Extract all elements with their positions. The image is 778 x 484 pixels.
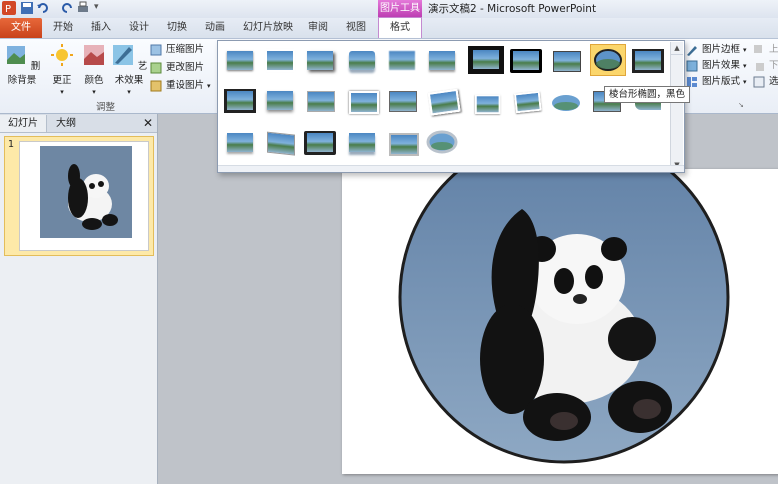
slide-thumbnail[interactable] xyxy=(19,141,149,251)
send-backward-button[interactable]: 下 xyxy=(753,59,778,73)
artistic-effects-icon xyxy=(112,45,133,65)
tab-review[interactable]: 审阅 xyxy=(305,18,331,38)
picture-tools-context-label: 图片工具 xyxy=(378,0,422,18)
slide[interactable] xyxy=(342,130,778,474)
style-tooltip: 棱台形椭圆，黑色 xyxy=(604,86,691,103)
tab-design[interactable]: 设计 xyxy=(126,18,152,38)
change-picture-icon xyxy=(150,62,162,74)
tab-insert[interactable]: 插入 xyxy=(88,18,114,38)
style-relaxed-perspective-white[interactable] xyxy=(511,89,542,114)
slides-panel: 幻灯片 大纲 ✕ 1 xyxy=(0,114,158,484)
style-simple-frame-white[interactable] xyxy=(224,49,256,73)
panel-tabs: 幻灯片 大纲 ✕ xyxy=(0,114,157,133)
remove-background-button[interactable]: 删除背景 xyxy=(2,43,42,86)
style-soft-edge-oval[interactable] xyxy=(264,89,296,113)
compress-pictures-button[interactable]: 压缩图片 xyxy=(150,43,204,57)
thumbnail-panda-photo xyxy=(40,146,132,238)
tab-format[interactable]: 格式 xyxy=(378,17,422,38)
style-bevel-perspective[interactable] xyxy=(304,89,336,113)
style-drop-shadow-rectangle[interactable] xyxy=(304,49,336,73)
panda-oval-picture[interactable] xyxy=(342,130,778,474)
reset-picture-button[interactable]: 重设图片 ▾ xyxy=(150,79,211,93)
customize-quick-access-icon[interactable]: ▾ xyxy=(94,2,99,12)
oval-style-preview-icon xyxy=(594,49,622,71)
send-backward-icon xyxy=(756,63,764,71)
gallery-resize-handle[interactable] xyxy=(218,165,684,172)
corrections-button[interactable]: 更正 ▾ xyxy=(48,43,76,97)
style-bevel-oval-black-selected[interactable] xyxy=(590,44,626,76)
tab-home[interactable]: 开始 xyxy=(50,18,76,38)
picture-effects-icon xyxy=(686,60,698,72)
gallery-scroll-up-icon[interactable]: ▲ xyxy=(671,42,683,55)
picture-border-icon xyxy=(687,46,697,56)
gallery-scrollbar[interactable]: ▲ ▼ xyxy=(670,42,683,172)
tab-transitions[interactable]: 切换 xyxy=(164,18,190,38)
style-snip-diagonal-white[interactable] xyxy=(224,131,256,155)
style-soft-oval[interactable] xyxy=(550,91,582,115)
tab-view[interactable]: 视图 xyxy=(343,18,369,38)
tab-outline[interactable]: 大纲 xyxy=(48,115,84,132)
style-bevel-black[interactable] xyxy=(304,131,336,155)
tab-animations[interactable]: 动画 xyxy=(202,18,228,38)
style-center-shadow-rectangle[interactable] xyxy=(224,89,256,113)
picture-effects-button[interactable]: 图片效果 ▾ xyxy=(686,59,747,73)
style-soft-edge-rectangle[interactable] xyxy=(386,49,418,73)
bring-forward-button[interactable]: 上 xyxy=(753,43,778,57)
artistic-effects-button[interactable]: 艺术效果 ▾ xyxy=(110,43,148,97)
close-panel-icon[interactable]: ✕ xyxy=(143,115,153,131)
redo-icon[interactable] xyxy=(60,1,74,15)
style-simple-frame-black[interactable] xyxy=(510,49,542,73)
window-title: 演示文稿2 - Microsoft PowerPoint xyxy=(428,3,597,15)
tab-slides[interactable]: 幻灯片 xyxy=(0,115,47,132)
remove-background-icon xyxy=(6,46,25,64)
style-metal-oval[interactable] xyxy=(426,129,458,154)
selection-pane-icon xyxy=(753,76,765,88)
powerpoint-logo-icon: P xyxy=(2,1,16,15)
style-reflected-bevel-white[interactable] xyxy=(346,89,379,114)
picture-border-button[interactable]: 图片边框 ▾ xyxy=(686,43,747,57)
title-bar: P ▾ 图片工具 演示文稿2 - Microsoft PowerPoint xyxy=(0,0,778,18)
reset-picture-icon xyxy=(150,80,162,92)
tab-file[interactable]: 文件 xyxy=(0,18,42,38)
style-reflected-rounded[interactable] xyxy=(346,49,378,73)
compress-icon xyxy=(150,44,162,56)
change-picture-button[interactable]: 更改图片 xyxy=(150,61,204,75)
picture-layout-button[interactable]: 图片版式 ▾ xyxy=(686,75,747,89)
svg-text:P: P xyxy=(5,4,11,15)
ribbon-tabs: 文件 开始 插入 设计 切换 动画 幻灯片放映 审阅 视图 格式 xyxy=(0,17,778,39)
style-bevel-rectangle[interactable] xyxy=(550,49,582,73)
bring-forward-icon xyxy=(754,45,762,53)
style-double-frame[interactable] xyxy=(426,49,458,73)
slide-thumbnail-selected[interactable]: 1 xyxy=(4,136,154,256)
style-reflected-perspective-right[interactable] xyxy=(346,131,378,155)
undo-icon[interactable] xyxy=(36,1,50,15)
slide-number: 1 xyxy=(8,139,15,150)
print-icon[interactable] xyxy=(76,1,90,15)
tab-slideshow[interactable]: 幻灯片放映 xyxy=(242,18,294,38)
group-dialog-launcher-icon[interactable]: ↘ xyxy=(738,101,744,109)
style-beveled-matte-white[interactable] xyxy=(264,49,296,73)
style-bevel-rectangle-gray[interactable] xyxy=(386,131,419,156)
save-icon[interactable] xyxy=(20,1,34,15)
color-picture-icon xyxy=(84,45,104,65)
adjust-group-label: 调整 xyxy=(96,102,116,113)
style-perspective-left[interactable] xyxy=(264,129,296,156)
picture-styles-gallery: ▲ ▼ xyxy=(217,40,685,173)
style-rotated-white[interactable] xyxy=(424,87,461,116)
style-compound-frame-black[interactable] xyxy=(386,89,418,113)
selection-pane-button[interactable]: 选 xyxy=(753,75,778,89)
style-thick-matte-black[interactable] xyxy=(468,46,504,74)
color-button[interactable]: 颜色 ▾ xyxy=(80,43,108,97)
sun-icon xyxy=(51,44,73,66)
style-metal-frame[interactable] xyxy=(632,49,664,73)
style-perspective-shadow-white[interactable] xyxy=(472,93,501,115)
